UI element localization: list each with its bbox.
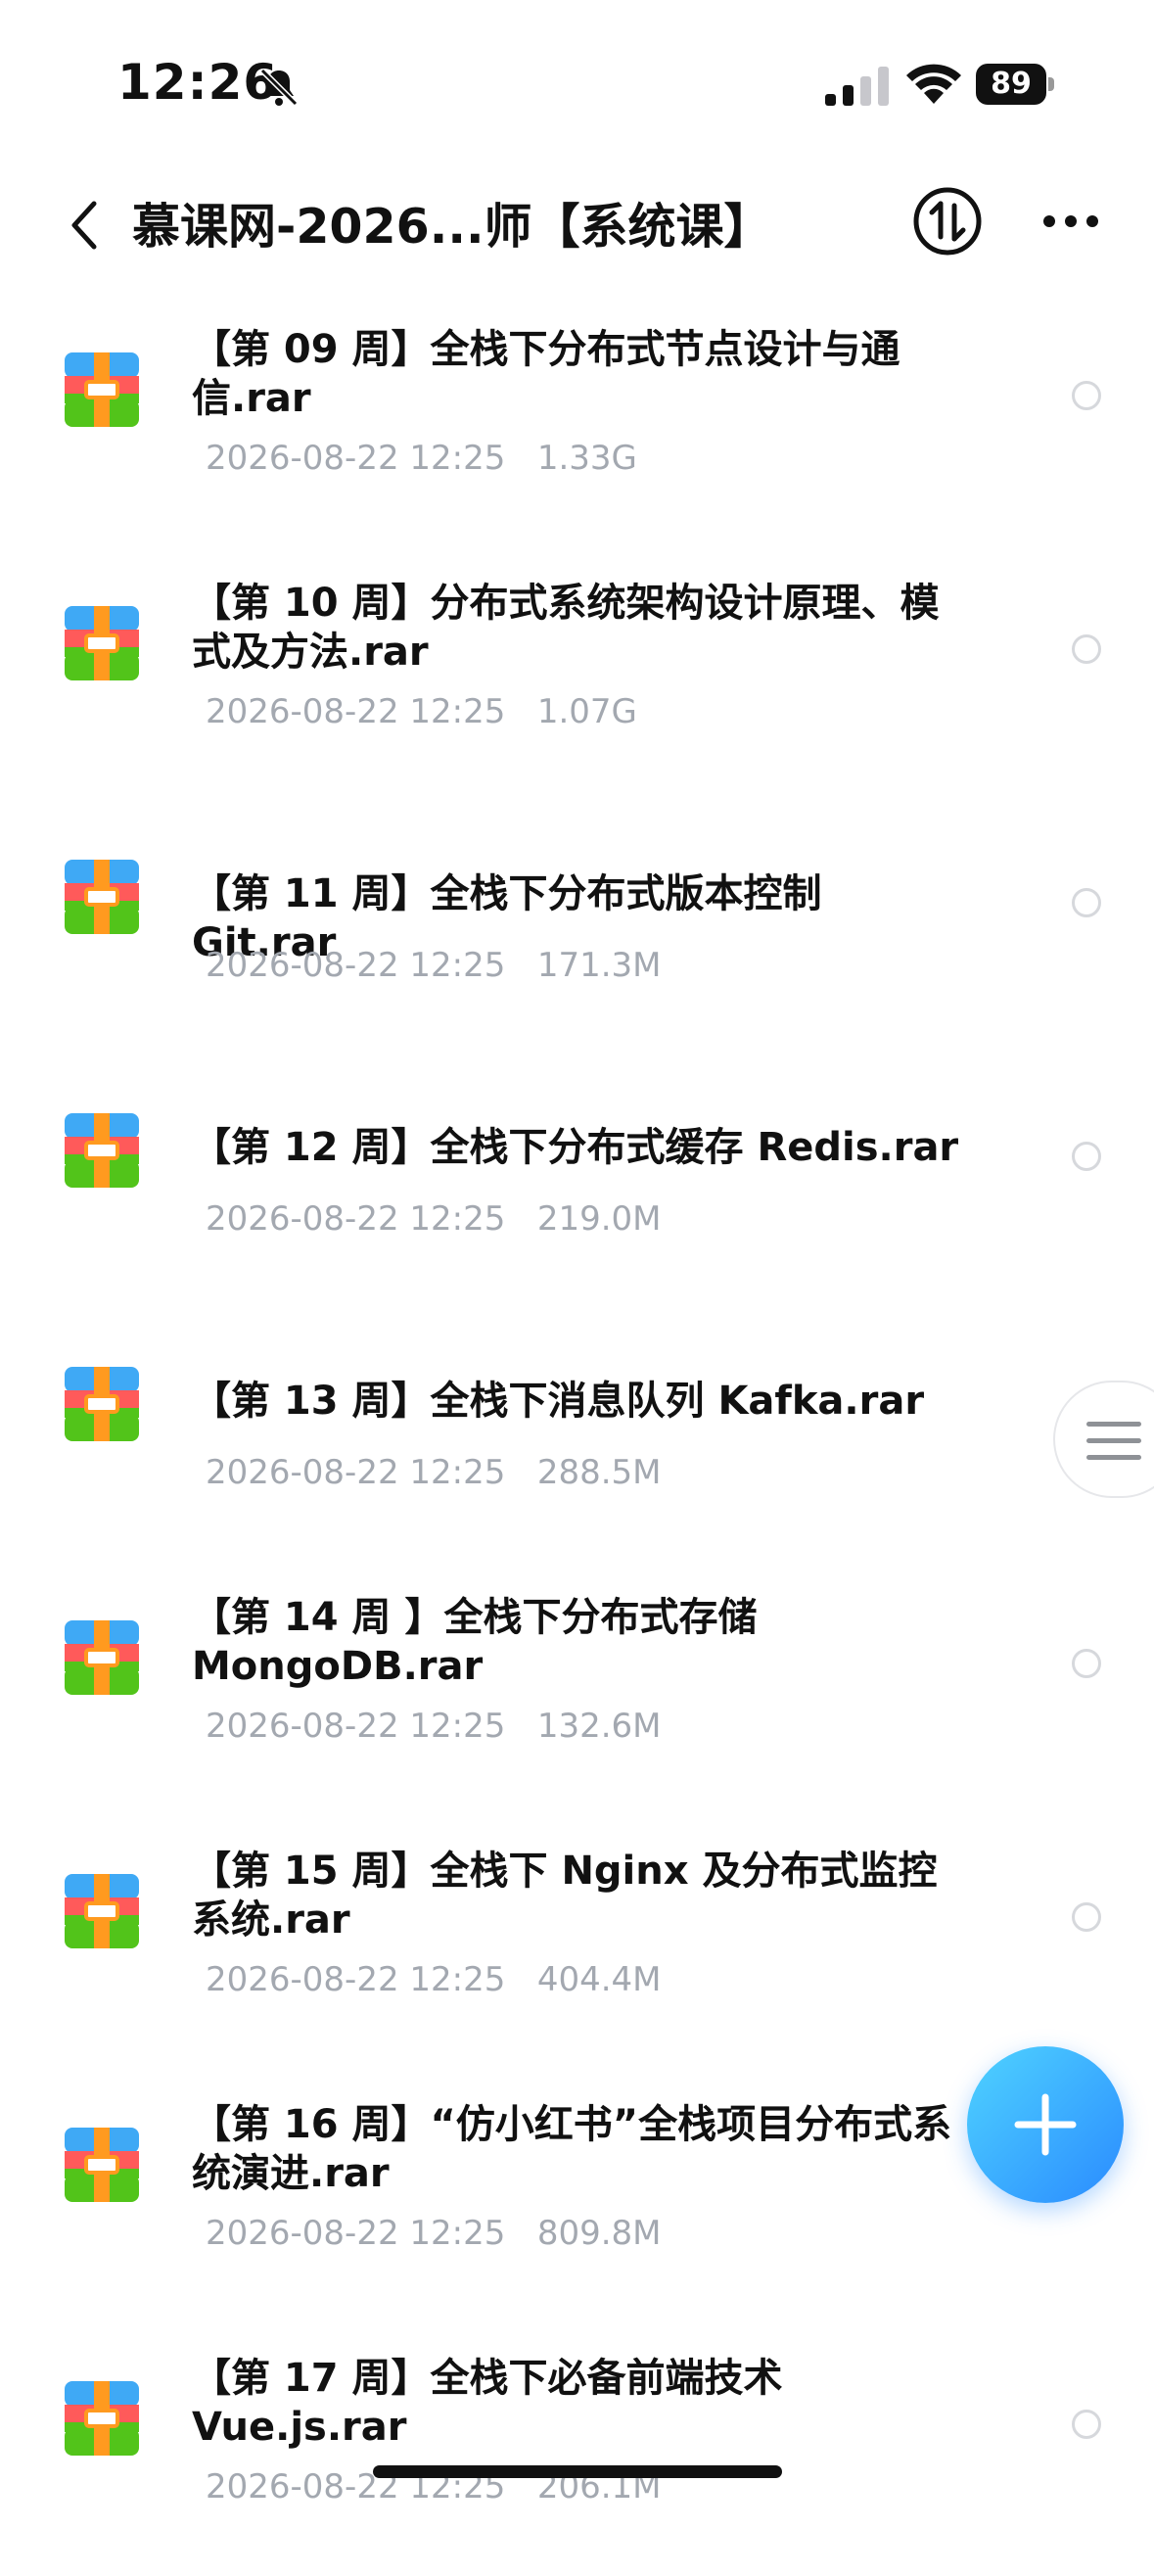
file-size: 171.3M xyxy=(536,946,662,985)
file-size: 288.5M xyxy=(536,1453,662,1492)
file-name: 【第 14 周 】全栈下分布式存储 MongoDB.rar xyxy=(192,1595,758,1689)
file-date: 2026-08-22 12:25 xyxy=(206,2214,506,2253)
status-time: 12:26 xyxy=(117,54,279,111)
archive-rar-icon xyxy=(65,1367,139,1441)
file-name: 【第 17 周】全栈下必备前端技术 Vue.js.rar xyxy=(192,2356,783,2450)
file-date: 2026-08-22 12:25 xyxy=(206,439,506,478)
file-size: 809.8M xyxy=(536,2214,662,2253)
file-name: 【第 13 周】全栈下消息队列 Kafka.rar xyxy=(192,1379,925,1424)
file-size: 1.07G xyxy=(536,692,637,731)
select-checkbox[interactable] xyxy=(1072,381,1101,410)
status-bar: 12:26 89 xyxy=(0,0,1154,166)
file-meta: 2026-08-22 12:25 219.0M xyxy=(206,1199,662,1239)
nav-bar: 慕课网-2026...师【系统课】 xyxy=(0,166,1154,294)
file-meta: 2026-08-22 12:25 1.07G xyxy=(206,692,637,731)
add-button[interactable] xyxy=(967,2046,1124,2203)
plus-icon xyxy=(1014,2093,1077,2156)
file-row[interactable]: 【第 09 周】全栈下分布式节点设计与通信.rar 2026-08-22 12:2… xyxy=(0,294,1154,547)
file-row[interactable]: 【第 11 周】全栈下分布式版本控制 Git.rar 2026-08-22 12:… xyxy=(0,801,1154,1054)
file-date: 2026-08-22 12:25 xyxy=(206,1960,506,1999)
transfer-icon[interactable] xyxy=(912,186,983,257)
select-checkbox[interactable] xyxy=(1072,1902,1101,1932)
file-name: 【第 10 周】分布式系统架构设计原理、模式及方法.rar xyxy=(192,581,940,675)
battery-level: 89 xyxy=(976,64,1046,105)
file-row[interactable]: 【第 10 周】分布式系统架构设计原理、模式及方法.rar 2026-08-22 … xyxy=(0,547,1154,801)
file-meta: 2026-08-22 12:25 404.4M xyxy=(206,1960,662,1999)
file-date: 2026-08-22 12:25 xyxy=(206,1453,506,1492)
file-size: 1.33G xyxy=(536,439,637,478)
file-meta: 2026-08-22 12:25 809.8M xyxy=(206,2214,662,2253)
file-size: 404.4M xyxy=(536,1960,662,1999)
select-checkbox[interactable] xyxy=(1072,2410,1101,2439)
file-date: 2026-08-22 12:25 xyxy=(206,946,506,985)
file-date: 2026-08-22 12:25 xyxy=(206,1707,506,1746)
meta-spacer xyxy=(505,2214,536,2253)
meta-spacer xyxy=(505,1453,536,1492)
archive-rar-icon xyxy=(65,1113,139,1188)
back-chevron-icon[interactable] xyxy=(63,196,106,255)
file-row[interactable]: 【第 15 周】全栈下 Nginx 及分布式监控系统.rar 2026-08-22… xyxy=(0,1815,1154,2069)
meta-spacer xyxy=(505,946,536,985)
file-meta: 2026-08-22 12:25 132.6M xyxy=(206,1707,662,1746)
file-meta: 2026-08-22 12:25 288.5M xyxy=(206,1453,662,1492)
cellular-signal-icon xyxy=(825,67,889,106)
meta-spacer xyxy=(505,1707,536,1746)
meta-spacer xyxy=(505,439,536,478)
meta-spacer xyxy=(505,1960,536,1999)
home-indicator xyxy=(373,2465,782,2478)
wifi-icon xyxy=(906,64,961,104)
bell-muted-icon xyxy=(259,68,299,107)
file-meta: 2026-08-22 12:25 171.3M xyxy=(206,946,662,985)
page-title: 慕课网-2026...师【系统课】 xyxy=(132,199,772,255)
file-date: 2026-08-22 12:25 xyxy=(206,1199,506,1239)
file-name: 【第 16 周】“仿小红书”全栈项目分布式系统演进.rar xyxy=(192,2102,952,2196)
file-row[interactable]: 【第 12 周】全栈下分布式缓存 Redis.rar 2026-08-22 12:… xyxy=(0,1054,1154,1308)
archive-rar-icon xyxy=(65,860,139,934)
archive-rar-icon xyxy=(65,1874,139,1948)
archive-rar-icon xyxy=(65,352,139,427)
file-row[interactable]: 【第 14 周 】全栈下分布式存储 MongoDB.rar 2026-08-22 … xyxy=(0,1562,1154,1815)
meta-spacer xyxy=(505,692,536,731)
archive-rar-icon xyxy=(65,2128,139,2202)
file-size: 132.6M xyxy=(536,1707,662,1746)
select-checkbox[interactable] xyxy=(1072,888,1101,917)
file-date: 2026-08-22 12:25 xyxy=(206,692,506,731)
select-checkbox[interactable] xyxy=(1072,1142,1101,1171)
select-checkbox[interactable] xyxy=(1072,1649,1101,1678)
file-row[interactable]: 【第 17 周】全栈下必备前端技术 Vue.js.rar 2026-08-22 1… xyxy=(0,2322,1154,2576)
archive-rar-icon xyxy=(65,1620,139,1695)
meta-spacer xyxy=(505,1199,536,1239)
file-row[interactable]: 【第 13 周】全栈下消息队列 Kafka.rar 2026-08-22 12:2… xyxy=(0,1308,1154,1562)
select-checkbox[interactable] xyxy=(1072,634,1101,664)
archive-rar-icon xyxy=(65,2381,139,2456)
battery-tip xyxy=(1048,77,1054,91)
file-name: 【第 15 周】全栈下 Nginx 及分布式监控系统.rar xyxy=(192,1849,938,1943)
file-name: 【第 12 周】全栈下分布式缓存 Redis.rar xyxy=(192,1125,959,1170)
battery-indicator: 89 xyxy=(976,64,1054,107)
file-meta: 2026-08-22 12:25 1.33G xyxy=(206,439,637,478)
archive-rar-icon xyxy=(65,606,139,680)
more-icon[interactable] xyxy=(1041,213,1100,229)
file-name: 【第 09 周】全栈下分布式节点设计与通信.rar xyxy=(192,327,900,421)
file-size: 219.0M xyxy=(536,1199,662,1239)
menu-lines-icon xyxy=(1086,1422,1141,1460)
